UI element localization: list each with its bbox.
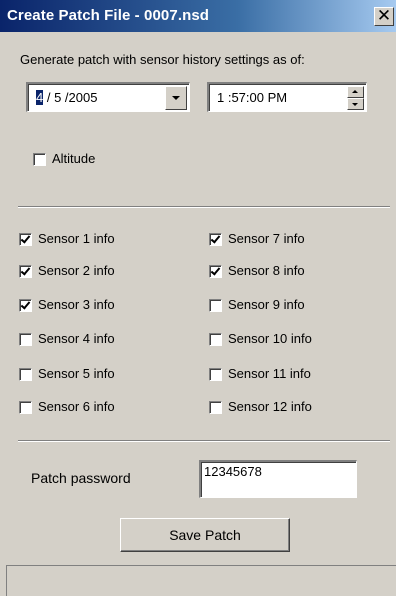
altitude-checkbox[interactable] bbox=[33, 153, 46, 166]
sensor-1-label: Sensor 1 info bbox=[38, 231, 115, 246]
sensor-3-checkbox[interactable] bbox=[19, 299, 32, 312]
password-value: 12345678 bbox=[204, 464, 262, 479]
sensor-4-label: Sensor 4 info bbox=[38, 331, 115, 346]
sensor-9-checkbox[interactable] bbox=[209, 299, 222, 312]
sensor-3-label: Sensor 3 info bbox=[38, 297, 115, 312]
sensor-5-checkbox[interactable] bbox=[19, 368, 32, 381]
separator-top bbox=[18, 206, 390, 208]
sensor-7-checkbox[interactable] bbox=[209, 233, 222, 246]
save-patch-label: Save Patch bbox=[169, 527, 241, 543]
sensor-12-checkbox[interactable] bbox=[209, 401, 222, 414]
time-value: 1 :57:00 PM bbox=[217, 90, 288, 105]
window-title: Create Patch File - 0007.nsd bbox=[7, 7, 210, 24]
date-value: / 5 /2005 bbox=[43, 90, 98, 105]
sensor-10-checkbox[interactable] bbox=[209, 333, 222, 346]
settings-heading: Generate patch with sensor history setti… bbox=[20, 52, 305, 67]
status-bar bbox=[6, 565, 396, 596]
altitude-label: Altitude bbox=[52, 151, 96, 166]
separator-bottom bbox=[18, 440, 390, 442]
sensor-2-label: Sensor 2 info bbox=[38, 263, 115, 278]
close-button[interactable]: ✕ bbox=[374, 7, 394, 26]
sensor-8-checkbox[interactable] bbox=[209, 265, 222, 278]
sensor-6-label: Sensor 6 info bbox=[38, 399, 115, 414]
sensor-12-label: Sensor 12 info bbox=[228, 399, 312, 414]
sensor-2-checkbox[interactable] bbox=[19, 265, 32, 278]
close-icon: ✕ bbox=[376, 6, 392, 26]
save-patch-button[interactable]: Save Patch bbox=[120, 518, 290, 552]
sensor-10-label: Sensor 10 info bbox=[228, 331, 312, 346]
date-dropdown-button[interactable] bbox=[165, 86, 187, 110]
date-picker[interactable]: 4 / 5 /2005 bbox=[26, 82, 190, 112]
sensor-1-checkbox[interactable] bbox=[19, 233, 32, 246]
time-spin-up-button[interactable] bbox=[347, 86, 364, 98]
sensor-11-label: Sensor 11 info bbox=[228, 366, 311, 381]
sensor-8-label: Sensor 8 info bbox=[228, 263, 305, 278]
password-field[interactable]: 12345678 bbox=[199, 460, 357, 498]
sensor-7-label: Sensor 7 info bbox=[228, 231, 305, 246]
password-label: Patch password bbox=[31, 470, 131, 486]
sensor-6-checkbox[interactable] bbox=[19, 401, 32, 414]
time-spin-down-button[interactable] bbox=[347, 98, 364, 110]
time-picker[interactable]: 1 :57:00 PM bbox=[207, 82, 367, 112]
title-bar: Create Patch File - 0007.nsd ✕ bbox=[0, 0, 396, 32]
sensor-4-checkbox[interactable] bbox=[19, 333, 32, 346]
sensor-9-label: Sensor 9 info bbox=[228, 297, 305, 312]
sensor-5-label: Sensor 5 info bbox=[38, 366, 115, 381]
sensor-11-checkbox[interactable] bbox=[209, 368, 222, 381]
